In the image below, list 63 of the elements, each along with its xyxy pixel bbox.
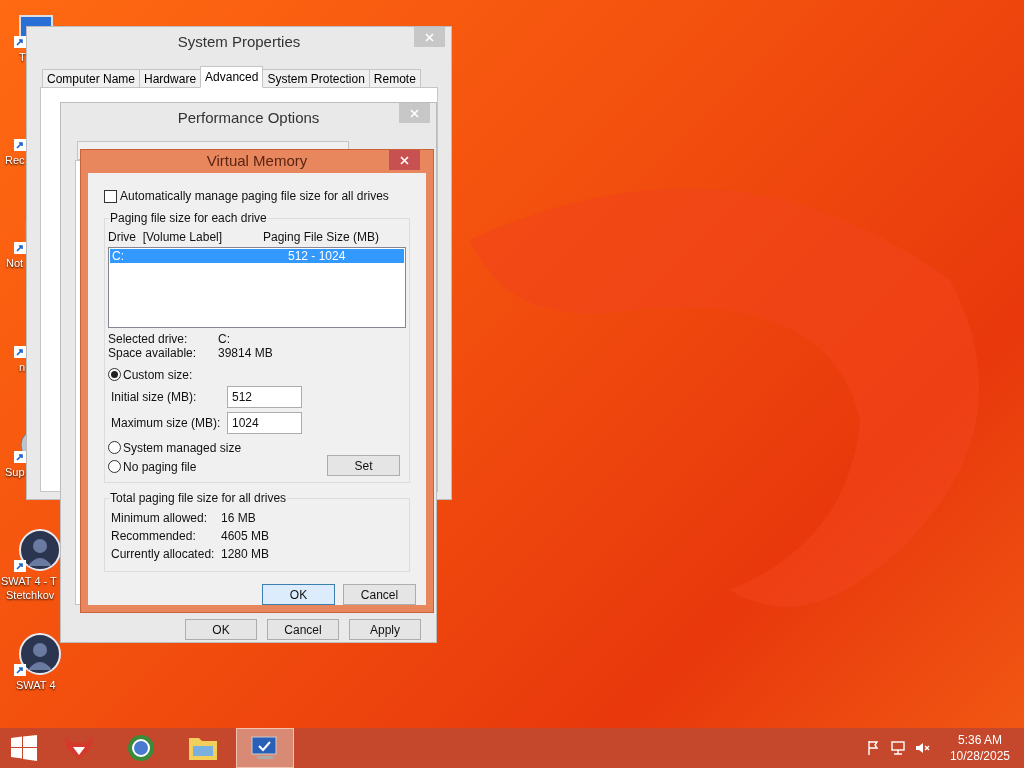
field-value: C: bbox=[218, 332, 231, 346]
field-label: Selected drive: bbox=[108, 332, 189, 346]
radio-button[interactable] bbox=[108, 460, 121, 473]
clock[interactable]: 5:36 AM 10/28/2025 bbox=[949, 732, 1010, 764]
tab[interactable]: Advanced bbox=[200, 66, 264, 88]
radio-label: Custom size: bbox=[123, 366, 193, 384]
shortcut-arrow-icon bbox=[14, 36, 26, 48]
dialog-button[interactable]: Cancel bbox=[343, 584, 416, 605]
network-icon[interactable] bbox=[889, 740, 906, 756]
shortcut-arrow-icon bbox=[14, 560, 26, 572]
radio-label: No paging file bbox=[123, 458, 197, 476]
drive-cell-text: C: bbox=[111, 249, 125, 263]
dialog-button[interactable]: OK bbox=[185, 619, 257, 640]
group-title: Paging file size for each drive bbox=[109, 210, 268, 227]
close-button[interactable] bbox=[389, 150, 420, 170]
desktop-icon-label[interactable]: SWAT 4 bbox=[16, 678, 56, 692]
close-icon bbox=[425, 32, 434, 42]
size-input[interactable]: 1024 bbox=[227, 412, 302, 434]
checkbox[interactable] bbox=[104, 189, 117, 203]
fox-icon bbox=[63, 735, 95, 761]
group-title: Total paging file size for all drives bbox=[109, 490, 288, 507]
shortcut-arrow-icon bbox=[14, 346, 26, 358]
column-header: Paging File Size (MB) bbox=[263, 229, 380, 246]
window-title: Virtual Memory bbox=[206, 151, 308, 172]
field-label: Maximum size (MB): bbox=[111, 415, 222, 432]
column-header: Drive [Volume Label] bbox=[108, 229, 224, 246]
taskbar-app-button[interactable] bbox=[236, 728, 294, 768]
radio-label: System managed size bbox=[123, 439, 242, 457]
game-icon bbox=[18, 632, 62, 676]
tab[interactable]: Computer Name bbox=[42, 69, 141, 88]
field-label: Recommended: bbox=[111, 528, 197, 545]
dialog-button[interactable]: OK bbox=[262, 584, 335, 605]
field-value: 16 MB bbox=[221, 510, 257, 527]
checkbox-label: Automatically manage paging file size for all drives bbox=[120, 188, 389, 205]
dialog-button[interactable]: Apply bbox=[349, 619, 421, 640]
shortcut-arrow-icon bbox=[14, 664, 26, 676]
clock-time: 5:36 AM bbox=[957, 732, 1002, 748]
size-cell: 512 - 1024 bbox=[288, 249, 346, 263]
field-label: Space available: bbox=[108, 346, 198, 360]
close-icon bbox=[410, 108, 419, 118]
dialog-button[interactable]: Set bbox=[327, 455, 400, 476]
shortcut-arrow-icon bbox=[14, 451, 26, 463]
window-title: Performance Options bbox=[177, 107, 320, 128]
tab[interactable]: Hardware bbox=[139, 69, 202, 88]
muted-speaker-icon[interactable] bbox=[913, 740, 930, 756]
shortcut-arrow-icon bbox=[14, 139, 26, 151]
clock-date: 10/28/2025 bbox=[949, 748, 1010, 764]
close-icon bbox=[400, 155, 409, 165]
radio-button[interactable] bbox=[108, 441, 121, 454]
window-title: System Properties bbox=[177, 31, 301, 52]
dialog-button[interactable]: Cancel bbox=[267, 619, 339, 640]
windows-logo-icon bbox=[11, 735, 37, 761]
field-label: Currently allocated: bbox=[111, 546, 216, 563]
globe-icon bbox=[126, 733, 156, 763]
field-value: 1280 MB bbox=[221, 546, 271, 563]
field-label: Minimum allowed: bbox=[111, 510, 209, 527]
field-value: 4605 MB bbox=[221, 528, 271, 545]
size-input[interactable]: 512 bbox=[227, 386, 302, 408]
field-value: 39814 MB bbox=[218, 346, 274, 360]
field-label: Initial size (MB): bbox=[111, 389, 198, 406]
radio-button[interactable] bbox=[108, 368, 121, 381]
tab[interactable]: System Protection bbox=[262, 69, 370, 88]
tab[interactable]: Remote bbox=[368, 69, 421, 88]
